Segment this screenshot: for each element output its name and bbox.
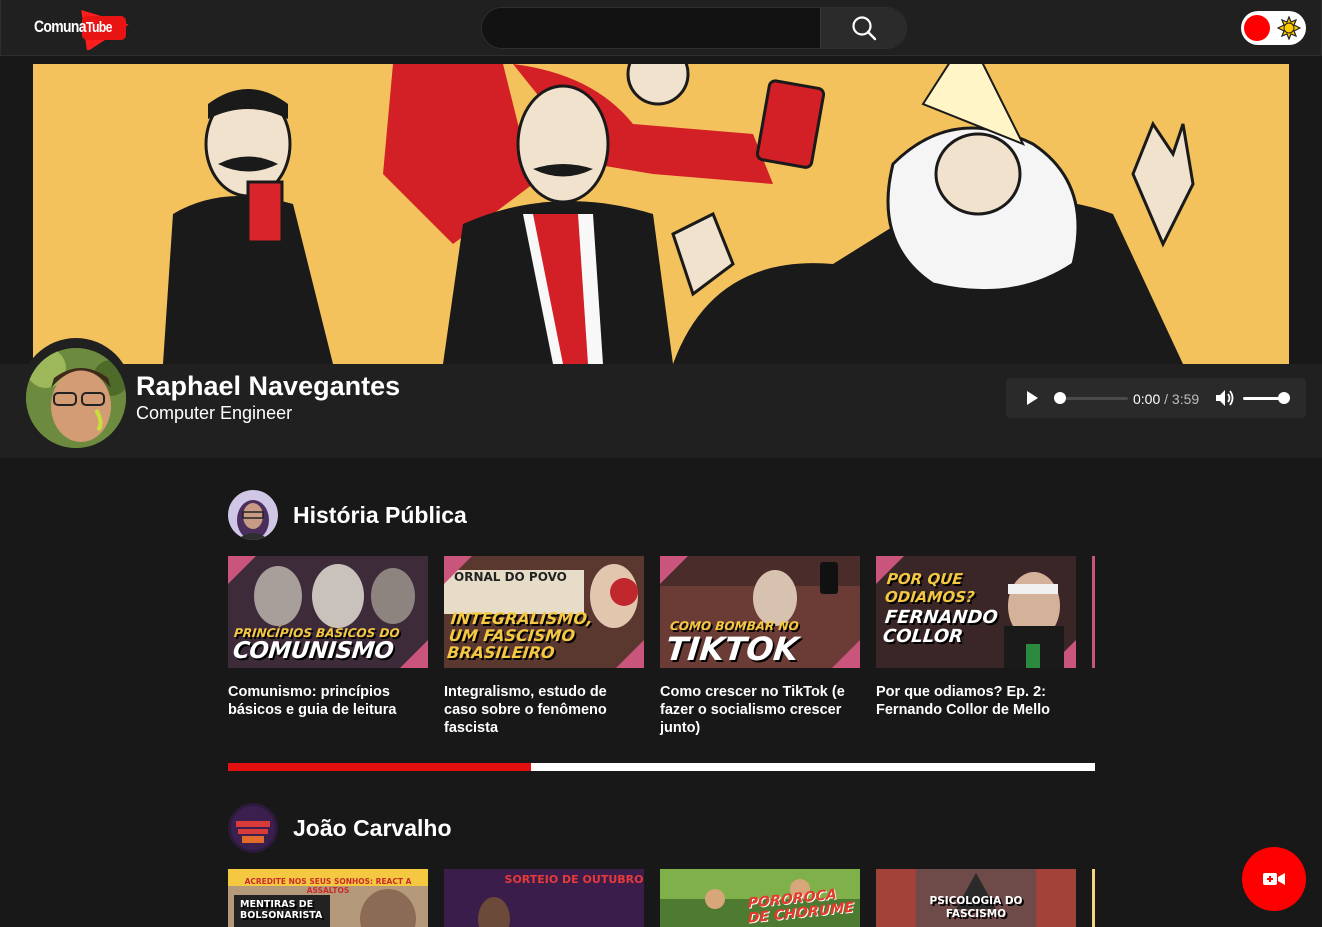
toggle-knob [1244, 15, 1270, 41]
video-thumbnail-partial[interactable] [1092, 556, 1095, 668]
volume-slider[interactable] [1243, 397, 1283, 400]
channel-avatar-historia-publica[interactable] [228, 490, 278, 540]
search-icon [851, 16, 876, 41]
audio-time-separator: / [1164, 391, 1169, 407]
top-bar: Comuna Tube [0, 0, 1322, 56]
channel-title[interactable]: História Pública [293, 502, 467, 529]
thumbnail-text-big: COMUNISMO [231, 638, 395, 664]
thumbnail-text-big: MENTIRAS DE BOLSONARISTA [240, 899, 323, 921]
video-thumbnail[interactable]: PSICOLOGIA DO FASCISMO [876, 869, 1076, 927]
banner-illustration [33, 64, 1289, 364]
channel-avatar-illustration [228, 490, 278, 540]
theme-toggle[interactable] [1241, 11, 1306, 45]
thumbnail-text: SORTEIO DE OUTUBRO [504, 873, 644, 886]
comunatube-logo[interactable]: Comuna Tube [34, 6, 134, 50]
volume-icon[interactable] [1215, 389, 1235, 407]
audio-player: 0:00 / 3:59 [1006, 378, 1306, 418]
video-title[interactable]: Integralismo, estudo de caso sobre o fen… [444, 683, 634, 737]
video-camera-icon [1263, 873, 1285, 885]
carousel-scroll-bar[interactable] [228, 763, 1095, 771]
audio-seek-bar[interactable] [1060, 397, 1128, 400]
audio-current-time: 0:00 [1133, 391, 1161, 407]
video-title[interactable]: Por que odiamos? Ep. 2: Fernando Collor … [876, 683, 1066, 719]
search-input[interactable] [482, 8, 820, 48]
video-title[interactable]: Comunismo: princípios básicos e guia de … [228, 683, 418, 719]
avatar-photo [26, 348, 126, 448]
record-video-button[interactable] [1242, 847, 1306, 911]
video-title-partial [1092, 683, 1095, 753]
video-thumbnail[interactable]: ACREDITE NOS SEUS SONHOS: REACT A ASSALT… [228, 869, 428, 927]
thumbnail-text: PSICOLOGIA DO FASCISMO [929, 895, 1023, 920]
audio-seek-thumb[interactable] [1054, 392, 1066, 404]
thumbnail-text-big: TIKTOK [664, 630, 801, 668]
audio-time: 0:00 / 3:59 [1133, 391, 1199, 407]
thumbnail-text-small: POR QUE ODIAMOS? [884, 570, 976, 606]
channel-avatar-illustration [228, 803, 278, 853]
carousel-scroll-progress [228, 763, 532, 771]
volume-thumb[interactable] [1278, 392, 1290, 404]
thumbnail-image [1092, 556, 1095, 668]
logo-text-tube: Tube [86, 19, 113, 36]
video-thumbnail[interactable]: PRINCÍPIOS BÁSICOS DO COMUNISMO [228, 556, 428, 668]
sun-icon [1277, 16, 1301, 40]
search-bar [481, 7, 907, 49]
video-thumbnail[interactable]: SORTEIO DE OUTUBRO [444, 869, 644, 927]
thumbnail-text-big: INTEGRALISMO, UM FASCISMO BRASILEIRO [446, 609, 594, 662]
channel-title[interactable]: João Carvalho [293, 815, 452, 842]
search-button[interactable] [820, 8, 906, 48]
channel-banner [33, 64, 1289, 364]
audio-duration: 3:59 [1171, 391, 1200, 407]
video-title[interactable]: Como crescer no TikTok (e fazer o social… [660, 683, 850, 737]
video-thumbnail[interactable]: POR QUE ODIAMOS? FERNANDO COLLOR [876, 556, 1076, 668]
profile-name: Raphael Navegantes [136, 371, 401, 401]
thumbnail-text-small: ACREDITE NOS SEUS SONHOS: REACT A ASSALT… [244, 877, 412, 895]
profile-avatar[interactable] [26, 348, 126, 448]
thumbnail-text-big: FERNANDO COLLOR [881, 607, 999, 647]
play-icon[interactable] [1024, 390, 1040, 406]
logo-text-comuna: Comuna [34, 17, 86, 36]
video-thumbnail[interactable]: POROROCA DE CHORUME [660, 869, 860, 927]
video-thumbnail-partial[interactable] [1092, 869, 1095, 927]
profile-role: Computer Engineer [136, 403, 293, 423]
video-thumbnail[interactable]: ORNAL DO POVO INTEGRALISMO, UM FASCISMO … [444, 556, 644, 668]
video-thumbnail[interactable]: COMO BOMBAR NO TIKTOK [660, 556, 860, 668]
thumbnail-image [1092, 869, 1095, 927]
thumbnail-text-small: ORNAL DO POVO [454, 570, 567, 584]
channel-avatar-joao-carvalho[interactable] [228, 803, 278, 853]
